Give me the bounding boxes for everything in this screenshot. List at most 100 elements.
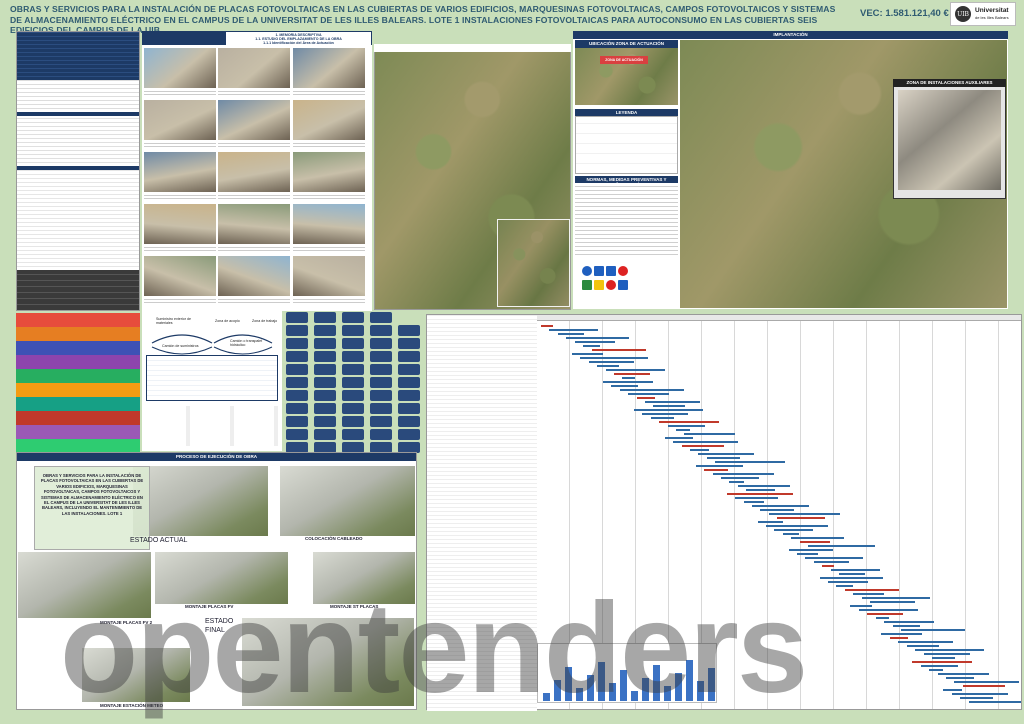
process-node [398, 351, 420, 362]
gantt-bar [867, 613, 903, 615]
gantt-bar [808, 545, 875, 547]
process-node [370, 390, 392, 401]
gantt-bar [859, 609, 918, 611]
process-node [342, 338, 364, 349]
gantt-bar [884, 621, 934, 623]
photo-caption [218, 89, 290, 97]
site-photo [218, 256, 290, 296]
gantt-bar [698, 453, 754, 455]
gantt-bar [876, 617, 889, 619]
site-photo [293, 256, 365, 296]
photo-caption [218, 193, 290, 201]
process-node [370, 351, 392, 362]
summary-table-panel [16, 31, 140, 311]
process-node [286, 364, 308, 375]
gantt-bar [673, 441, 738, 443]
gantt-bar [769, 513, 840, 515]
process-node [286, 312, 308, 323]
safety-sign-icon [618, 266, 628, 276]
legend-box [575, 116, 678, 174]
gantt-bar [839, 573, 865, 575]
gantt-bar [575, 341, 615, 343]
gantt-bar [890, 637, 908, 639]
gantt-bar [597, 365, 619, 367]
gantt-bar [831, 569, 880, 571]
gantt-bar [898, 641, 953, 643]
process-header: PROCESO DE EJECUCIÓN DE OBRA [17, 453, 416, 461]
aux-zone-photo [898, 90, 1001, 190]
supply-label: Suministro exterior de materiales [156, 317, 191, 325]
gantt-bar [566, 337, 629, 339]
gantt-bar [969, 701, 1021, 703]
photo-caption [144, 245, 216, 253]
process-node [398, 416, 420, 427]
gantt-bar [850, 605, 872, 607]
photo-caption [293, 89, 365, 97]
process-node [398, 403, 420, 414]
budget-value: VEC: 1.581.121,40 € [860, 8, 949, 19]
gantt-bar [901, 629, 965, 631]
gantt-bar [676, 429, 690, 431]
gantt-bar [744, 501, 764, 503]
gantt-bar [690, 449, 709, 451]
logistics-diagram: Suministro exterior de materiales Zona d… [142, 311, 282, 451]
safety-sign-icon [582, 280, 592, 290]
phase-block [16, 439, 140, 453]
gantt-bar [713, 473, 774, 475]
process-node [342, 429, 364, 440]
acopio-label: Zona de acopio [215, 319, 240, 323]
photo-caption [218, 245, 290, 253]
gantt-bar [746, 489, 775, 491]
site-photo [218, 204, 290, 244]
gantt-bar [637, 397, 655, 399]
gantt-bar [870, 601, 915, 603]
gantt-bar [952, 693, 1008, 695]
photo-caption [293, 297, 365, 305]
gantt-bar [645, 401, 700, 403]
process-node [342, 377, 364, 388]
gantt-bar [653, 405, 685, 407]
gantt-bar [924, 653, 970, 655]
legend-header: LEYENDA [575, 109, 678, 116]
process-node [314, 338, 336, 349]
gantt-bar [820, 577, 883, 579]
gantt-bar [921, 665, 958, 667]
site-photo [144, 256, 216, 296]
phase-block [16, 411, 140, 425]
process-node [286, 403, 308, 414]
normas-header: NORMAS, MEDIDAS PREVENTIVAS Y SEÑALIZACI… [575, 176, 678, 187]
gantt-bar [963, 685, 1005, 687]
gantt-bar [960, 697, 993, 699]
gantt-bar [881, 633, 922, 635]
gantt-bar [659, 421, 719, 423]
gantt-bar [721, 477, 759, 479]
process-node [370, 403, 392, 414]
gantt-bar [634, 409, 703, 411]
process-node [398, 377, 420, 388]
gantt-bar [589, 361, 634, 363]
photo-caption [293, 193, 365, 201]
gantt-bar [738, 485, 790, 487]
gantt-bar [845, 589, 899, 591]
gantt-bar [907, 645, 939, 647]
phase-block [16, 355, 140, 369]
gantt-bar [853, 593, 884, 595]
gantt-bar [822, 565, 834, 567]
safety-sign-icon [606, 280, 616, 290]
gantt-bar [620, 389, 684, 391]
camion-grua-label: Camión o transpalet hidráulico [230, 339, 263, 347]
map-header [374, 44, 571, 52]
gantt-bar [760, 509, 794, 511]
process-node [370, 429, 392, 440]
process-node [286, 351, 308, 362]
gantt-bar [580, 357, 648, 359]
process-node [370, 312, 392, 323]
process-node [342, 416, 364, 427]
gantt-bar [758, 521, 783, 523]
process-node [398, 429, 420, 440]
label-estado-actual: ESTADO ACTUAL [130, 537, 188, 544]
gantt-bar [814, 561, 849, 563]
gantt-bar [805, 557, 863, 559]
render-colocacion [280, 466, 415, 536]
org-chart-2 [146, 406, 278, 446]
